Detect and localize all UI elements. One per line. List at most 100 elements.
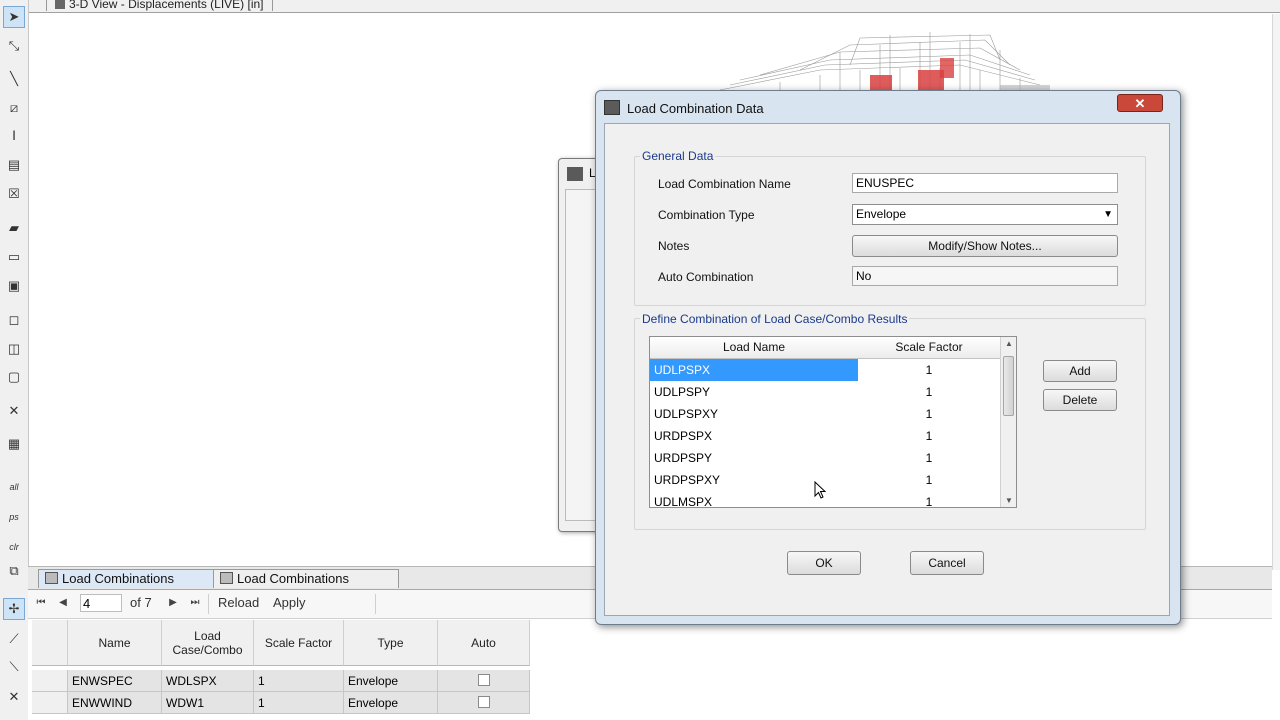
combination-type-select[interactable]: Envelope ▼	[852, 204, 1118, 225]
combination-type-label: Combination Type	[658, 208, 755, 222]
load-case-list: Load Name Scale Factor UDLPSPX 1 UDLPSPY 1…	[649, 336, 1017, 508]
dialog-icon	[567, 167, 583, 181]
cell-name[interactable]: ENWWIND	[68, 692, 162, 714]
apply-button[interactable]: Apply	[273, 595, 306, 610]
load-name: UDLPSPXY	[654, 407, 719, 421]
tab-label: Load Combinations	[237, 571, 350, 586]
combination-name-input[interactable]: ENUSPEC	[852, 173, 1118, 193]
add-button[interactable]: Add	[1043, 360, 1117, 382]
view-titlebar: 3-D View - Displacements (LIVE) [in]	[28, 0, 1280, 13]
scroll-thumb[interactable]	[1003, 356, 1014, 416]
draw-link-icon[interactable]: ✕	[3, 400, 25, 422]
snap-perpendicular-icon[interactable]: ⟍	[3, 656, 25, 678]
dialog-titlebar[interactable]: Load Combination Data ✕	[596, 91, 1180, 121]
load-combination-dialog: Load Combination Data ✕ General Data Loa…	[595, 90, 1181, 625]
list-item[interactable]: UDLPSPY 1	[650, 381, 1000, 403]
draw-line-icon[interactable]: ╲	[3, 68, 25, 90]
snap-intersection-icon[interactable]: ✢	[3, 598, 25, 620]
list-scrollbar[interactable]: ▲ ▼	[1000, 337, 1016, 507]
table-icon	[45, 572, 58, 584]
view-tab[interactable]: 3-D View - Displacements (LIVE) [in]	[46, 0, 273, 11]
table-row[interactable]: ENWSPEC WDLSPX 1 Envelope	[32, 670, 530, 692]
ok-button[interactable]: OK	[787, 551, 861, 575]
load-name: UDLMSPX	[654, 495, 713, 508]
first-record-icon[interactable]: ⏮	[34, 596, 48, 610]
cell-type[interactable]: Envelope	[344, 692, 438, 714]
column-header-type[interactable]: Type	[344, 620, 438, 666]
auto-checkbox[interactable]	[478, 696, 490, 708]
column-header-scale-factor[interactable]: Scale Factor	[858, 337, 1000, 358]
cancel-button[interactable]: Cancel	[910, 551, 984, 575]
cell-load[interactable]: WDLSPX	[162, 670, 254, 692]
page-input[interactable]: 4	[80, 594, 122, 612]
tab-load-combinations-2[interactable]: Load Combinations	[213, 569, 399, 588]
combination-type-value: Envelope	[856, 207, 907, 221]
draw-area-icon[interactable]: ▰	[3, 217, 25, 239]
list-item[interactable]: URDPSPX 1	[650, 425, 1000, 447]
grid-icon[interactable]: ▦	[3, 433, 25, 455]
scale-factor: 1	[925, 451, 933, 465]
snap-ends-icon[interactable]: ✕	[3, 686, 25, 708]
draw-opening-icon[interactable]: ▢	[3, 366, 25, 388]
list-item[interactable]: UDLPSPXY 1	[650, 403, 1000, 425]
draw-wall-icon[interactable]: ◻	[3, 309, 25, 331]
close-button[interactable]: ✕	[1117, 94, 1163, 112]
page-count: of 7	[130, 595, 152, 610]
delete-button[interactable]: Delete	[1043, 389, 1117, 411]
mouse-cursor-icon	[814, 481, 826, 499]
draw-column-icon[interactable]: Ⅰ	[3, 125, 25, 147]
quick-area-icon[interactable]: ▣	[3, 275, 25, 297]
previous-record-icon[interactable]: ◀	[56, 596, 70, 610]
list-item[interactable]: UDLPSPX 1	[650, 359, 1000, 381]
snap-line-icon[interactable]: ⟋	[3, 628, 25, 650]
auto-checkbox[interactable]	[478, 674, 490, 686]
dropdown-arrow-icon: ▼	[1103, 209, 1113, 220]
column-header-auto[interactable]: Auto	[438, 620, 530, 666]
scale-factor: 1	[925, 473, 933, 487]
view-title-text: 3-D View - Displacements (LIVE) [in]	[69, 0, 264, 11]
general-data-label: General Data	[640, 149, 716, 163]
column-header-scale-factor[interactable]: Scale Factor	[254, 620, 344, 666]
column-header-load[interactable]: Load Case/Combo	[162, 620, 254, 666]
draw-brace-icon[interactable]: ⧄	[3, 97, 25, 119]
table-row[interactable]: ENWWIND WDW1 1 Envelope	[32, 692, 530, 714]
cell-scale-factor[interactable]: 1	[254, 670, 344, 692]
clear-selection-icon[interactable]: clr	[3, 536, 25, 558]
scroll-up-icon[interactable]: ▲	[1001, 339, 1016, 348]
load-name: URDPSPXY	[654, 473, 721, 487]
next-record-icon[interactable]: ▶	[166, 596, 180, 610]
draw-rect-area-icon[interactable]: ▭	[3, 246, 25, 268]
previous-selection-icon[interactable]: ps	[3, 506, 25, 528]
reshape-icon[interactable]: ⤡	[3, 35, 25, 57]
cell-scale-factor[interactable]: 1	[254, 692, 344, 714]
cell-load[interactable]: WDW1	[162, 692, 254, 714]
row-header-corner	[32, 620, 68, 666]
tab-load-combinations-1[interactable]: Load Combinations	[38, 569, 214, 588]
pointer-icon[interactable]: ➤	[3, 6, 25, 28]
select-all-icon[interactable]: all	[3, 476, 25, 498]
draw-beam-icon[interactable]: ▤	[3, 154, 25, 176]
load-combinations-table: Name Load Case/Combo Scale Factor Type A…	[32, 620, 530, 720]
separator	[375, 594, 376, 614]
view-icon	[55, 0, 65, 9]
draw-x-brace-icon[interactable]: ☒	[3, 183, 25, 205]
load-name: UDLPSPX	[650, 359, 858, 381]
list-item[interactable]: URDPSPY 1	[650, 447, 1000, 469]
auto-combination-label: Auto Combination	[658, 270, 754, 284]
snap-icon[interactable]: ⧉	[3, 560, 25, 582]
list-header: Load Name Scale Factor	[650, 337, 1000, 359]
column-header-load-name[interactable]: Load Name	[650, 337, 858, 358]
row-header[interactable]	[32, 692, 68, 714]
quick-wall-icon[interactable]: ◫	[3, 338, 25, 360]
scroll-down-icon[interactable]: ▼	[1001, 496, 1016, 505]
last-record-icon[interactable]: ⏭	[188, 596, 202, 610]
row-header[interactable]	[32, 670, 68, 692]
define-combination-label: Define Combination of Load Case/Combo Re…	[640, 312, 910, 326]
cell-type[interactable]: Envelope	[344, 670, 438, 692]
cell-auto	[438, 692, 530, 714]
cell-name[interactable]: ENWSPEC	[68, 670, 162, 692]
reload-button[interactable]: Reload	[218, 595, 259, 610]
column-header-name[interactable]: Name	[68, 620, 162, 666]
load-name: UDLPSPY	[654, 385, 711, 399]
modify-show-notes-button[interactable]: Modify/Show Notes...	[852, 235, 1118, 257]
